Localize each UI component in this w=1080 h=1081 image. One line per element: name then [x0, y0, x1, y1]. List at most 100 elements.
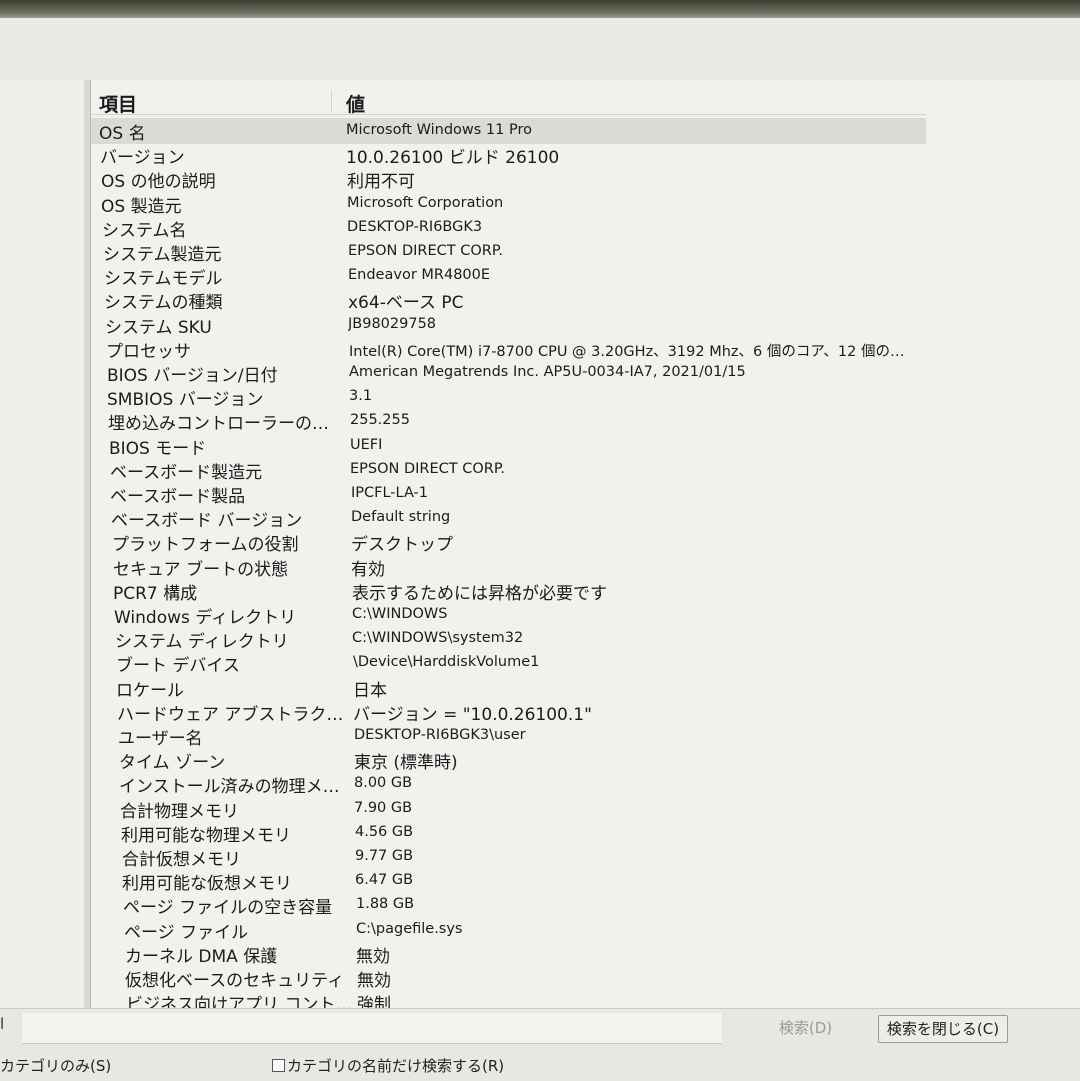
row-item-value: EPSON DIRECT CORP.	[350, 460, 505, 477]
row-item-name: 合計仮想メモリ	[122, 850, 241, 870]
row-item-name: SMBIOS バージョン	[107, 390, 264, 411]
row-item-name: ユーザー名	[118, 729, 203, 749]
table-row[interactable]: プロセッサ Intel(R) Core(TM) i7-8700 CPU @ 3.2…	[91, 336, 926, 362]
row-item-name: ブート デバイス	[116, 656, 240, 677]
row-item-value: 強制	[357, 995, 391, 1008]
row-item-name: システム名	[102, 220, 187, 241]
row-item-value: 表示するためには昇格が必要です	[352, 583, 607, 604]
table-row[interactable]: システム ディレクトリ C:\WINDOWS\system32	[91, 626, 926, 652]
row-item-name: ビジネス向けアプリ コントロー...	[126, 995, 362, 1008]
row-item-name: PCR7 構成	[113, 583, 198, 604]
search-input[interactable]	[22, 1013, 722, 1044]
table-row[interactable]: ページ ファイルの空き容量 1.88 GB	[91, 892, 926, 918]
row-item-value: EPSON DIRECT CORP.	[348, 243, 503, 259]
pane-splitter[interactable]	[84, 80, 91, 1008]
table-row[interactable]: 利用可能な物理メモリ 4.56 GB	[91, 820, 926, 846]
table-row[interactable]: タイム ゾーン 東京 (標準時)	[91, 747, 926, 773]
table-row[interactable]: 合計物理メモリ 7.90 GB	[91, 796, 926, 822]
row-item-value: American Megatrends Inc. AP5U-0034-IA7, …	[349, 364, 746, 380]
table-row[interactable]: BIOS モード UEFI	[91, 433, 926, 459]
table-row[interactable]: ベースボード バージョン Default string	[91, 505, 926, 531]
row-item-name: プロセッサ	[106, 341, 191, 362]
table-row[interactable]: ビジネス向けアプリ コントロー... 強制	[91, 989, 926, 1008]
table-row[interactable]: ブート デバイス \Device\HarddiskVolume1	[91, 650, 926, 676]
table-row[interactable]: インストール済みの物理メモリ... 8.00 GB	[91, 771, 926, 797]
table-row[interactable]: 埋め込みコントローラーのバー... 255.255	[91, 408, 926, 434]
table-row[interactable]: ハードウェア アブストラクション ...バージョン = "10.0.26100.…	[91, 699, 926, 725]
row-item-name: 利用可能な仮想メモリ	[122, 874, 292, 895]
table-row[interactable]: OS 製造元 Microsoft Corporation	[91, 191, 926, 217]
row-item-value: バージョン = "10.0.26100.1"	[353, 704, 592, 725]
column-header-value[interactable]: 値	[346, 90, 365, 117]
row-item-value: JB98029758	[348, 315, 437, 332]
table-row[interactable]: BIOS バージョン/日付 American Megatrends Inc. AP…	[91, 360, 926, 386]
row-item-name: ロケール	[116, 680, 184, 701]
list-header: 項目 値	[91, 84, 926, 117]
row-item-name: ページ ファイル	[124, 922, 249, 943]
row-item-name: タイム ゾーン	[119, 753, 226, 774]
table-row[interactable]: ベースボード製造元 EPSON DIRECT CORP.	[91, 457, 926, 483]
row-item-name: BIOS モード	[109, 438, 207, 459]
row-item-value: 255.255	[350, 412, 410, 429]
row-item-name: システムモデル	[104, 269, 223, 290]
system-summary-list[interactable]: 項目 値 OS 名 Microsoft Windows 11 Pro バージョン 10…	[91, 80, 1080, 1008]
row-item-name: カーネル DMA 保護	[125, 946, 278, 967]
row-item-value: IPCFL-LA-1	[351, 485, 429, 501]
table-row[interactable]: セキュア ブートの状態 有効	[91, 554, 926, 580]
category-tree-panel[interactable]	[0, 80, 85, 1008]
category-name-only-option[interactable]: カテゴリの名前だけ検索する(R)	[272, 1055, 504, 1076]
row-item-value: Microsoft Windows 11 Pro	[346, 122, 532, 138]
row-item-name: ハードウェア アブストラクション ...	[117, 704, 353, 725]
table-row[interactable]: SMBIOS バージョン 3.1	[91, 384, 926, 410]
row-item-value: 4.56 GB	[355, 823, 414, 840]
table-row[interactable]: システムモデル Endeavor MR4800E	[91, 263, 926, 289]
category-name-only-checkbox[interactable]	[272, 1059, 285, 1072]
table-row[interactable]: OS の他の説明 利用不可	[91, 166, 926, 192]
table-row[interactable]: 合計仮想メモリ 9.77 GB	[91, 844, 926, 870]
table-row[interactable]: システム名 DESKTOP-RI6BGK3	[91, 215, 926, 241]
table-row[interactable]: カーネル DMA 保護 無効	[91, 941, 926, 967]
row-item-value: Microsoft Corporation	[347, 194, 504, 211]
row-item-value: 1.88 GB	[356, 896, 415, 913]
row-item-name: ページ ファイルの空き容量	[123, 898, 333, 919]
row-item-value: 有効	[351, 559, 385, 580]
row-item-value: DESKTOP-RI6BGK3\user	[354, 727, 526, 743]
table-row[interactable]: バージョン 10.0.26100 ビルド 26100	[91, 142, 926, 168]
table-row[interactable]: システムの種類 x64-ベース PC	[91, 287, 926, 313]
table-row[interactable]: Windows ディレクトリ C:\WINDOWS	[91, 602, 926, 628]
row-item-value: 利用不可	[347, 172, 415, 193]
category-name-only-label: カテゴリの名前だけ検索する(R)	[287, 1057, 505, 1075]
row-item-value: 無効	[356, 946, 390, 967]
table-row[interactable]: 仮想化ベースのセキュリティ 無効	[91, 965, 926, 991]
search-label: l	[0, 1015, 5, 1033]
search-button[interactable]: 検索(D)	[758, 1015, 853, 1041]
window-top-area	[0, 18, 1080, 80]
row-item-name: 利用可能な物理メモリ	[121, 825, 291, 846]
close-search-button[interactable]: 検索を閉じる(C)	[878, 1015, 1008, 1043]
row-item-value: 10.0.26100 ビルド 26100	[346, 148, 560, 169]
row-item-value: DESKTOP-RI6BGK3	[347, 218, 483, 235]
row-item-name: システム製造元	[103, 245, 222, 265]
table-row[interactable]: ロケール 日本	[91, 675, 926, 701]
table-row[interactable]: プラットフォームの役割 デスクトップ	[91, 529, 926, 555]
row-item-value: デスクトップ	[351, 535, 453, 556]
table-row[interactable]: ユーザー名 DESKTOP-RI6BGK3\user	[91, 723, 926, 749]
table-row[interactable]: PCR7 構成 表示するためには昇格が必要です	[91, 578, 926, 604]
row-item-name: バージョン	[100, 148, 185, 169]
row-item-value: \Device\HarddiskVolume1	[353, 654, 540, 671]
table-row[interactable]: システム SKU JB98029758	[91, 312, 926, 338]
row-item-name: OS 名	[99, 124, 146, 144]
row-item-name: インストール済みの物理メモリ...	[119, 777, 355, 798]
table-row[interactable]: OS 名 Microsoft Windows 11 Pro	[91, 118, 926, 144]
category-only-option[interactable]: カテゴリのみ(S)	[0, 1055, 111, 1076]
row-item-value: 日本	[353, 680, 387, 701]
row-item-name: 合計物理メモリ	[120, 801, 239, 822]
table-row[interactable]: システム製造元 EPSON DIRECT CORP.	[91, 239, 926, 265]
column-divider[interactable]	[331, 90, 332, 112]
table-row[interactable]: ベースボード製品 IPCFL-LA-1	[91, 481, 926, 507]
row-item-name: プラットフォームの役割	[112, 535, 299, 556]
table-row[interactable]: 利用可能な仮想メモリ 6.47 GB	[91, 868, 926, 894]
table-row[interactable]: ページ ファイル C:\pagefile.sys	[91, 917, 926, 943]
column-header-item[interactable]: 項目	[99, 90, 137, 117]
row-item-value: C:\WINDOWS	[352, 606, 448, 622]
